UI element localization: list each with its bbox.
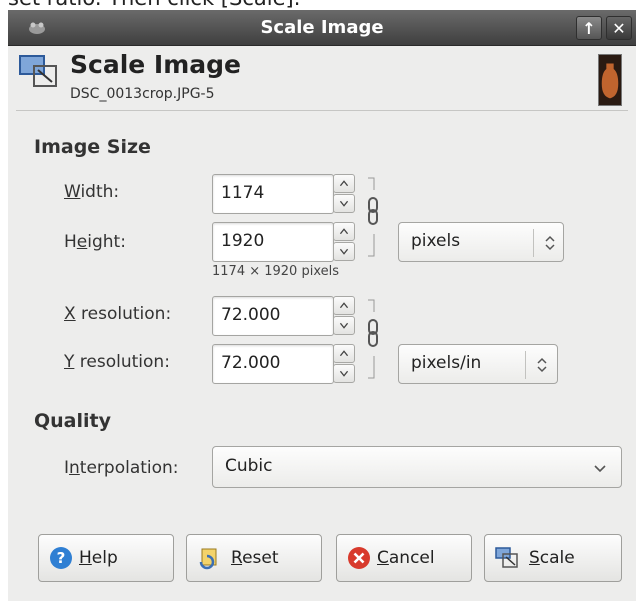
cancel-button[interactable]: Cancel (336, 534, 472, 582)
interpolation-select[interactable]: Cubic (212, 446, 622, 488)
chevron-updown-icon (545, 235, 555, 251)
y-resolution-input[interactable]: 72.000 (212, 344, 355, 384)
width-stepper[interactable] (333, 174, 357, 214)
height-stepper[interactable] (333, 222, 357, 262)
image-name: DSC_0013crop.JPG-5 (70, 86, 215, 102)
reset-button[interactable]: Reset (186, 534, 322, 582)
height-decrement[interactable] (333, 242, 355, 261)
width-input[interactable]: 1174 (212, 174, 355, 214)
image-thumbnail (598, 54, 622, 106)
close-button[interactable]: ✕ (606, 16, 632, 40)
y-resolution-value: 72.000 (221, 353, 281, 373)
resolution-chain-icon[interactable] (366, 296, 380, 384)
height-label: Height: (64, 232, 126, 252)
image-size-title: Image Size (34, 136, 151, 158)
height-input[interactable]: 1920 (212, 222, 355, 262)
width-label: Width: (64, 182, 120, 202)
scale-image-dialog: Scale Image DSC_0013crop.JPG-5 Image Siz… (8, 46, 636, 601)
x-resolution-input[interactable]: 72.000 (212, 296, 355, 336)
dialog-title: Scale Image (70, 50, 241, 79)
chain-link-icon[interactable] (366, 174, 380, 262)
dialog-header: Scale Image DSC_0013crop.JPG-5 (8, 46, 636, 110)
width-decrement[interactable] (333, 194, 355, 213)
window-title: Scale Image (260, 17, 384, 38)
size-hint: 1174 × 1920 pixels (212, 264, 339, 279)
cancel-icon (348, 547, 370, 569)
instruction-caption: set ratio. Then click [Scale]. (0, 0, 636, 10)
chevron-updown-icon (537, 357, 547, 373)
scale-button[interactable]: Scale (484, 534, 622, 582)
width-increment[interactable] (333, 174, 355, 193)
y-resolution-increment[interactable] (333, 344, 355, 363)
scale-icon (495, 547, 518, 568)
x-resolution-label: X resolution: (64, 304, 172, 324)
interpolation-label: Interpolation: (64, 458, 179, 478)
y-resolution-stepper[interactable] (333, 344, 357, 384)
header-separator (16, 110, 628, 111)
size-unit-select[interactable]: pixels (398, 222, 564, 262)
resolution-unit-select[interactable]: pixels/in (398, 344, 558, 384)
width-value: 1174 (221, 183, 265, 203)
help-icon: ? (50, 547, 72, 569)
chevron-down-icon (594, 465, 606, 473)
scale-image-icon (19, 55, 57, 87)
y-resolution-label: Y resolution: (64, 352, 170, 372)
quality-title: Quality (34, 410, 111, 432)
height-value: 1920 (221, 231, 265, 251)
x-resolution-value: 72.000 (221, 305, 281, 325)
y-resolution-decrement[interactable] (333, 364, 355, 383)
help-button[interactable]: ? Help (38, 534, 174, 582)
x-resolution-decrement[interactable] (333, 316, 355, 335)
height-increment[interactable] (333, 222, 355, 241)
maximize-button[interactable]: ↑ (576, 16, 602, 40)
window-titlebar[interactable]: Scale Image ↑ ✕ (8, 10, 636, 46)
x-resolution-increment[interactable] (333, 296, 355, 315)
svg-text:?: ? (57, 549, 66, 567)
x-resolution-stepper[interactable] (333, 296, 357, 336)
reset-icon (199, 548, 217, 570)
